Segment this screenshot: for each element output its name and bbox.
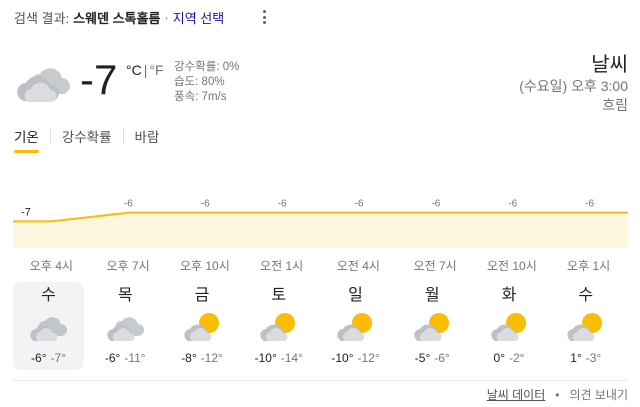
day-name: 수: [578, 287, 594, 304]
partly-cloudy-icon: [490, 313, 526, 341]
footer-bullet: •: [555, 387, 560, 402]
day-name: 화: [501, 287, 517, 304]
fahrenheit-unit[interactable]: °F: [149, 62, 163, 78]
tab-wind[interactable]: 바람: [135, 126, 160, 146]
cloudy-icon: [107, 317, 144, 341]
high-temp: -10°: [331, 351, 354, 365]
day-tuesday[interactable]: 화 0° -2°: [474, 282, 545, 370]
unit-separator: |: [143, 62, 148, 78]
search-result-prefix: 검색 결과:: [14, 10, 70, 26]
day-name: 일: [348, 287, 363, 304]
day-name: 금: [194, 287, 210, 304]
select-location-link[interactable]: 지역 선택: [173, 8, 224, 27]
day-monday[interactable]: 월 -5° -6°: [397, 282, 468, 370]
low-temp: -2°: [509, 351, 525, 365]
wind-speed: 풍속: 7m/s: [174, 91, 227, 103]
time-label: 오전 4시: [336, 259, 380, 273]
high-temp: -8°: [181, 351, 197, 365]
weather-data-link[interactable]: 날씨 데이터: [487, 386, 546, 403]
cloudy-icon: [30, 317, 67, 341]
day-name: 목: [117, 287, 133, 304]
day-sunday[interactable]: 일 -10° -12°: [320, 282, 391, 370]
unit-toggle: °C | °F: [126, 62, 164, 78]
cloudy-icon: [17, 68, 71, 102]
time-label: 오후 10시: [179, 259, 230, 273]
temperature-data-label: -6: [124, 199, 133, 210]
time-label: 오후 4시: [29, 259, 73, 273]
weather-title: 날씨: [591, 54, 628, 76]
low-temp: -12°: [200, 351, 223, 365]
low-temp: -3°: [585, 351, 602, 365]
send-feedback-link[interactable]: 의견 보내기: [569, 386, 628, 403]
precipitation-chance: 강수확률: 0%: [174, 61, 240, 73]
high-temp: -10°: [254, 351, 277, 365]
search-header: 검색 결과: 스웨덴 스톡홀름 · 지역 선택: [14, 7, 224, 27]
day-saturday[interactable]: 토 -10° -14°: [243, 282, 314, 370]
partly-cloudy-icon: [567, 313, 603, 341]
temperature-data-label: -6: [585, 199, 594, 210]
footer: 날씨 데이터 • 의견 보내기: [487, 386, 628, 403]
weather-datetime: (수요일) 오후 3:00: [519, 78, 628, 94]
forecast-tabs: 기온 강수확률 바람: [14, 126, 160, 153]
humidity: 습도: 80%: [174, 76, 225, 88]
high-temp: -6°: [31, 351, 47, 365]
footer-divider: [13, 380, 627, 381]
low-temp: -7°: [50, 351, 66, 365]
day-friday[interactable]: 금 -8° -12°: [167, 282, 238, 370]
day-name: 토: [271, 287, 287, 304]
daily-forecast: 수 -6° -7° 목 -6° -11° 금 -8° -12° 토 -10° -…: [13, 282, 627, 370]
current-temperature: -7: [80, 56, 118, 103]
low-temp: -12°: [357, 351, 380, 365]
partly-cloudy-icon: [260, 313, 296, 341]
high-temp: 0°: [493, 351, 505, 365]
time-label: 오후 7시: [106, 259, 150, 273]
tab-temperature[interactable]: 기온: [14, 126, 39, 153]
low-temp: -6°: [434, 351, 450, 365]
weather-details: 강수확률: 0% 습도: 80% 풍속: 7m/s: [174, 60, 239, 105]
celsius-unit[interactable]: °C: [126, 62, 142, 78]
tab-divider: [49, 129, 51, 143]
temperature-data-label: -6: [201, 199, 210, 210]
high-temp: -6°: [104, 351, 121, 365]
partly-cloudy-icon: [414, 313, 449, 341]
time-label: 오전 1시: [260, 259, 304, 273]
temperature-chart: -7 -6 -6 -6 -6 -6 -6 -6: [13, 199, 628, 248]
low-temp: -11°: [124, 351, 146, 365]
time-label: 오전 10시: [486, 259, 537, 273]
time-label: 오후 1시: [567, 259, 611, 273]
day-wednesday[interactable]: 수 -6° -7°: [13, 282, 84, 370]
temperature-data-label: -7: [21, 206, 31, 218]
low-temp: -14°: [280, 351, 303, 365]
temperature-area: [13, 212, 628, 248]
weather-condition: 흐림: [602, 97, 628, 113]
day-thursday[interactable]: 목 -6° -11°: [90, 282, 161, 370]
time-label: 오전 7시: [413, 259, 457, 273]
forecast-times: 오후 4시 오후 7시 오후 10시 오전 1시 오전 4시 오전 7시 오전 …: [13, 258, 627, 274]
location-name: 스웨덴 스톡홀름: [73, 10, 161, 26]
header-separator: ·: [164, 9, 169, 25]
temperature-data-label: -6: [431, 199, 440, 210]
temperature-data-label: -6: [354, 199, 363, 210]
day-name: 월: [424, 287, 440, 304]
temperature-data-label: -6: [278, 199, 287, 210]
more-options-icon[interactable]: [257, 8, 271, 26]
day-name: 수: [41, 287, 56, 304]
partly-cloudy-icon: [183, 313, 219, 341]
tab-divider: [122, 129, 124, 143]
tab-precipitation[interactable]: 강수확률: [62, 126, 112, 146]
weather-info: 날씨 (수요일) 오후 3:00 흐림: [519, 53, 628, 115]
high-temp: -5°: [414, 351, 431, 365]
day-wednesday-next[interactable]: 수 1° -3°: [550, 282, 621, 370]
high-temp: 1°: [570, 351, 582, 365]
partly-cloudy-icon: [337, 313, 372, 341]
temperature-data-label: -6: [508, 199, 517, 210]
